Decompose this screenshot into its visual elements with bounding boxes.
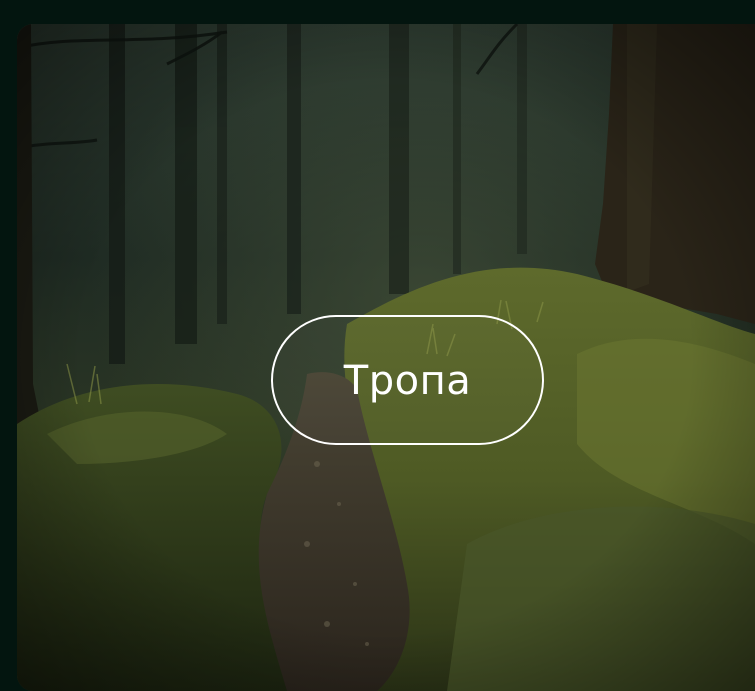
trail-label-pill[interactable]: Тропа	[271, 315, 544, 445]
page: Тропа	[0, 0, 755, 691]
trail-card[interactable]: Тропа	[17, 24, 755, 691]
trail-label: Тропа	[343, 358, 472, 404]
